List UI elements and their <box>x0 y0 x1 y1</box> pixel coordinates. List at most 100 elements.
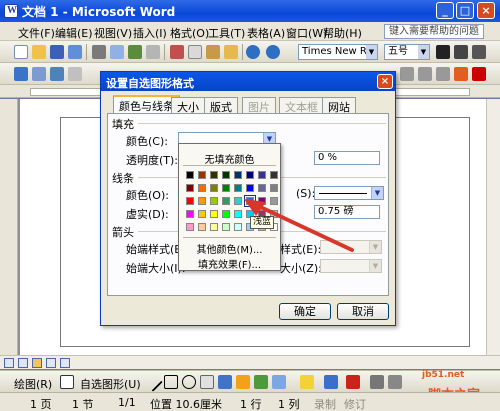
transparency-input[interactable]: 0 % <box>314 151 380 165</box>
color-swatch[interactable] <box>186 184 194 192</box>
tab-layout[interactable]: 版式 <box>204 97 238 114</box>
line-style-icon[interactable] <box>370 375 384 389</box>
new-document-icon[interactable] <box>14 45 28 59</box>
line-icon[interactable] <box>143 372 163 392</box>
no-fill-option[interactable]: 无填充颜色 <box>179 151 280 166</box>
color-swatch[interactable] <box>270 171 278 179</box>
textbox-icon[interactable] <box>200 375 214 389</box>
chevron-down-icon[interactable]: ▼ <box>366 45 377 59</box>
oval-icon[interactable] <box>182 375 196 389</box>
draw-menu-button[interactable]: 绘图(R) <box>14 376 52 392</box>
format-painter-icon[interactable] <box>224 45 238 59</box>
align-icon[interactable] <box>418 67 432 81</box>
outline-view-icon[interactable] <box>46 358 56 368</box>
status-track-changes[interactable]: 修订 <box>344 396 366 411</box>
menu-table[interactable]: 表格(A) <box>247 25 285 41</box>
color-swatch[interactable] <box>210 223 218 231</box>
picture-icon[interactable] <box>272 375 286 389</box>
menu-tools[interactable]: 工具(T) <box>208 25 245 41</box>
dialog-close-button[interactable]: × <box>377 74 393 89</box>
vertical-scrollbar[interactable] <box>486 99 500 355</box>
toolbar-icon[interactable] <box>50 67 64 81</box>
color-swatch[interactable] <box>222 223 230 231</box>
color-swatch[interactable] <box>270 184 278 192</box>
reading-view-icon[interactable] <box>60 358 70 368</box>
menu-edit[interactable]: 编辑(E) <box>55 25 93 41</box>
word-app-icon[interactable] <box>4 4 18 18</box>
color-swatch[interactable] <box>186 197 194 205</box>
font-color-icon[interactable] <box>472 67 486 81</box>
clipart-icon[interactable] <box>254 375 268 389</box>
paste-icon[interactable] <box>206 45 220 59</box>
color-swatch[interactable] <box>234 197 242 205</box>
research-icon[interactable] <box>146 45 160 59</box>
help-question-input[interactable]: 键入需要帮助的问题 <box>384 24 484 39</box>
select-pointer-icon[interactable] <box>60 375 74 389</box>
color-swatch[interactable] <box>198 210 206 218</box>
fill-color-icon[interactable] <box>300 375 314 389</box>
align-icon[interactable] <box>436 67 450 81</box>
status-record[interactable]: 录制 <box>314 396 336 411</box>
chevron-down-icon[interactable]: ▼ <box>418 45 429 59</box>
menu-help[interactable]: 帮助(H) <box>323 25 362 41</box>
line-color-select[interactable]: ▼ <box>314 186 384 200</box>
color-swatch[interactable] <box>258 171 266 179</box>
color-swatch[interactable] <box>210 171 218 179</box>
menu-insert[interactable]: 插入(I) <box>133 25 167 41</box>
fill-effects-option[interactable]: 填充效果(F)... <box>179 256 280 271</box>
color-swatch[interactable] <box>210 184 218 192</box>
more-colors-option[interactable]: 其他颜色(M)... <box>179 241 280 256</box>
web-view-icon[interactable] <box>18 358 28 368</box>
color-swatch[interactable] <box>186 171 194 179</box>
color-swatch[interactable] <box>186 210 194 218</box>
highlight-icon[interactable] <box>454 67 468 81</box>
color-swatch[interactable] <box>244 195 256 207</box>
tab-web[interactable]: 网站 <box>322 97 356 114</box>
toolbar-icon[interactable] <box>68 67 82 81</box>
open-folder-icon[interactable] <box>32 45 46 59</box>
color-swatch[interactable] <box>198 223 206 231</box>
color-swatch[interactable] <box>246 184 254 192</box>
menu-window[interactable]: 窗口(W) <box>286 25 327 41</box>
diagram-icon[interactable] <box>236 375 250 389</box>
print-view-icon[interactable] <box>32 358 42 368</box>
permission-icon[interactable] <box>68 45 82 59</box>
copy-icon[interactable] <box>188 45 202 59</box>
undo-icon[interactable] <box>246 45 260 59</box>
dash-style-icon[interactable] <box>388 375 402 389</box>
color-swatch[interactable] <box>222 197 230 205</box>
color-swatch[interactable] <box>198 184 206 192</box>
line-color-icon[interactable] <box>324 375 338 389</box>
color-swatch[interactable] <box>222 210 230 218</box>
italic-icon[interactable] <box>454 45 468 59</box>
maximize-button[interactable]: □ <box>456 2 474 19</box>
redo-icon[interactable] <box>266 45 280 59</box>
font-size-select[interactable]: 五号 ▼ <box>384 44 430 60</box>
cancel-button[interactable]: 取消 <box>337 303 389 320</box>
color-swatch[interactable] <box>258 197 266 205</box>
tab-colors-lines[interactable]: 颜色与线条 <box>113 95 180 114</box>
underline-icon[interactable] <box>472 45 486 59</box>
color-swatch[interactable] <box>234 171 242 179</box>
spelling-icon[interactable] <box>128 45 142 59</box>
cut-icon[interactable] <box>170 45 184 59</box>
tab-size[interactable]: 大小 <box>171 97 205 114</box>
color-swatch[interactable] <box>222 171 230 179</box>
color-swatch[interactable] <box>198 171 206 179</box>
autoshapes-button[interactable]: 自选图形(U) <box>80 376 141 392</box>
chevron-down-icon[interactable]: ▼ <box>371 187 383 199</box>
menu-file[interactable]: 文件(F) <box>18 25 55 41</box>
align-icon[interactable] <box>400 67 414 81</box>
color-swatch[interactable] <box>186 223 194 231</box>
close-window-button[interactable]: × <box>477 2 495 19</box>
font-color-icon[interactable] <box>346 375 360 389</box>
wordart-icon[interactable] <box>218 375 232 389</box>
color-swatch[interactable] <box>234 184 242 192</box>
color-swatch[interactable] <box>270 197 278 205</box>
menu-view[interactable]: 视图(V) <box>94 25 132 41</box>
minimize-button[interactable]: _ <box>436 2 454 19</box>
word-art-icon[interactable] <box>32 67 46 81</box>
font-name-select[interactable]: Times New Roman▼ <box>298 44 378 60</box>
styles-icon[interactable] <box>14 67 28 81</box>
color-swatch[interactable] <box>234 223 242 231</box>
